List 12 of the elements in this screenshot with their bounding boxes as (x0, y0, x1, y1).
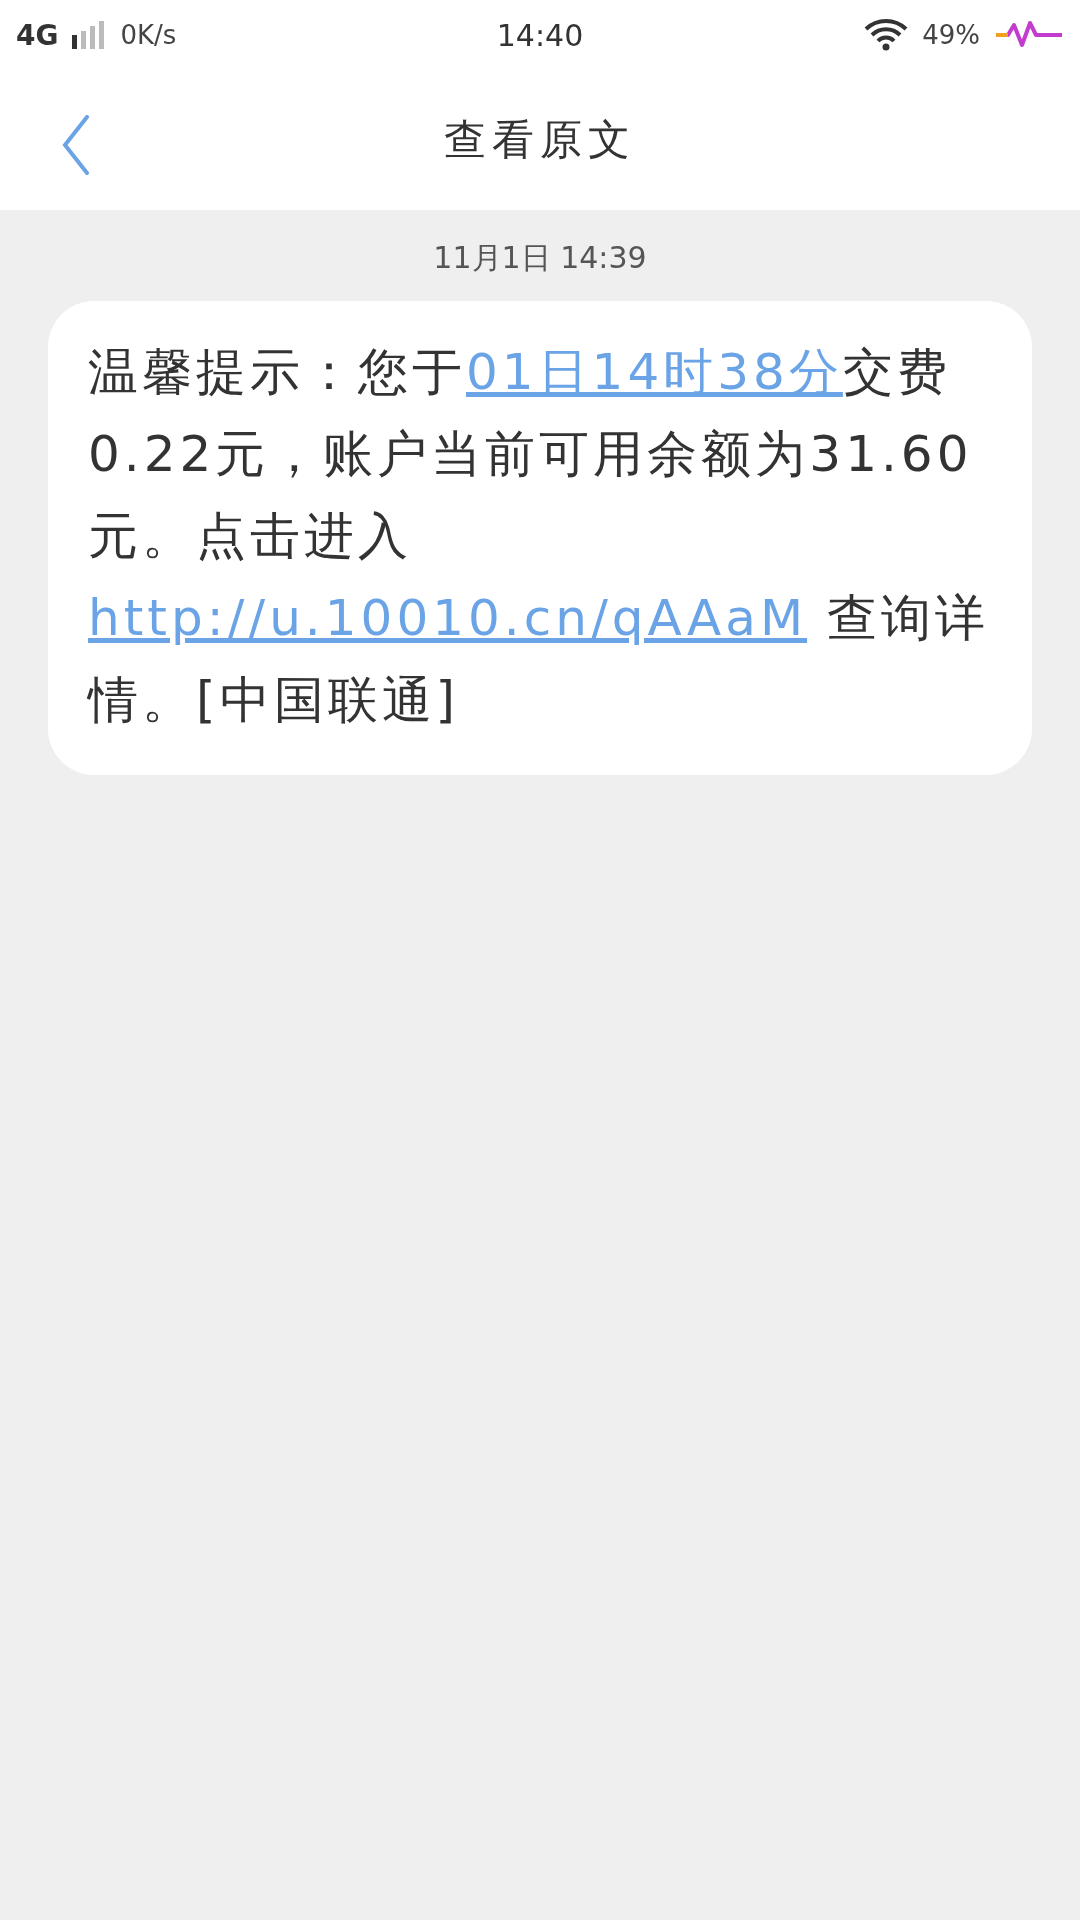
message-link[interactable]: 01日14时38分 (466, 343, 843, 401)
message-link[interactable]: http://u.10010.cn/qAAaM (88, 589, 808, 647)
battery-percent: 49% (922, 20, 980, 50)
signal-icon (72, 21, 107, 49)
page-title: 查看原文 (444, 114, 636, 166)
wifi-icon (864, 19, 909, 51)
network-speed: 0K/s (120, 20, 177, 50)
message-text: 温馨提示：您于01日14时38分交费0.22元，账户当前可用余额为31.60元。点击进入 http://u.10010.cn/qAAaM 查询详情。[中国联通] (88, 342, 990, 731)
message-timestamp: 11月1日 14:39 (433, 239, 647, 277)
wave-icon (994, 20, 1064, 50)
clock: 14:40 (496, 17, 584, 53)
network-type: 4G (16, 18, 59, 52)
